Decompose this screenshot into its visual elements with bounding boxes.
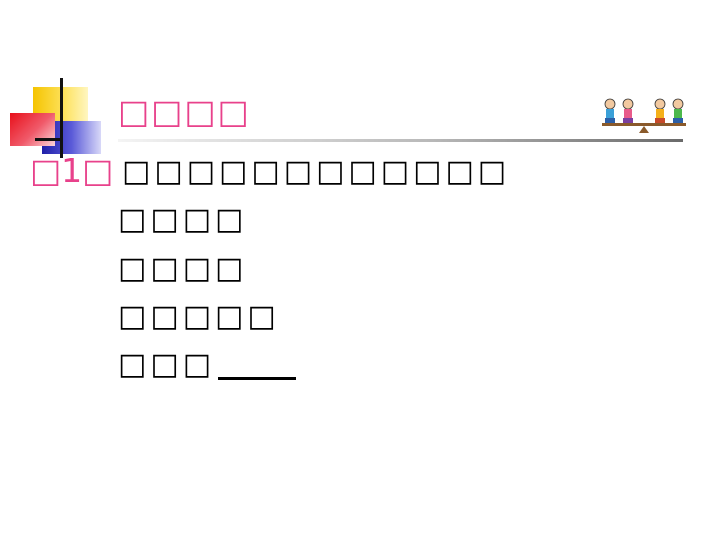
corner-decoration [0,0,110,165]
option-line: □□□ [118,347,216,382]
answer-blank [218,377,296,380]
red-square [10,113,55,146]
vertical-bar [60,78,63,158]
children-seesaw-icon [602,98,686,133]
title-divider [118,139,683,142]
question-number: □1□ [30,151,114,190]
option-line: □□□□□ [118,299,280,334]
horizontal-bar [35,138,63,141]
option-line: □□□□ [118,251,248,286]
question-text: □□□□□□□□□□□□ [122,154,511,189]
slide-title: □□□□ [118,92,251,131]
option-line: □□□□ [118,202,248,237]
